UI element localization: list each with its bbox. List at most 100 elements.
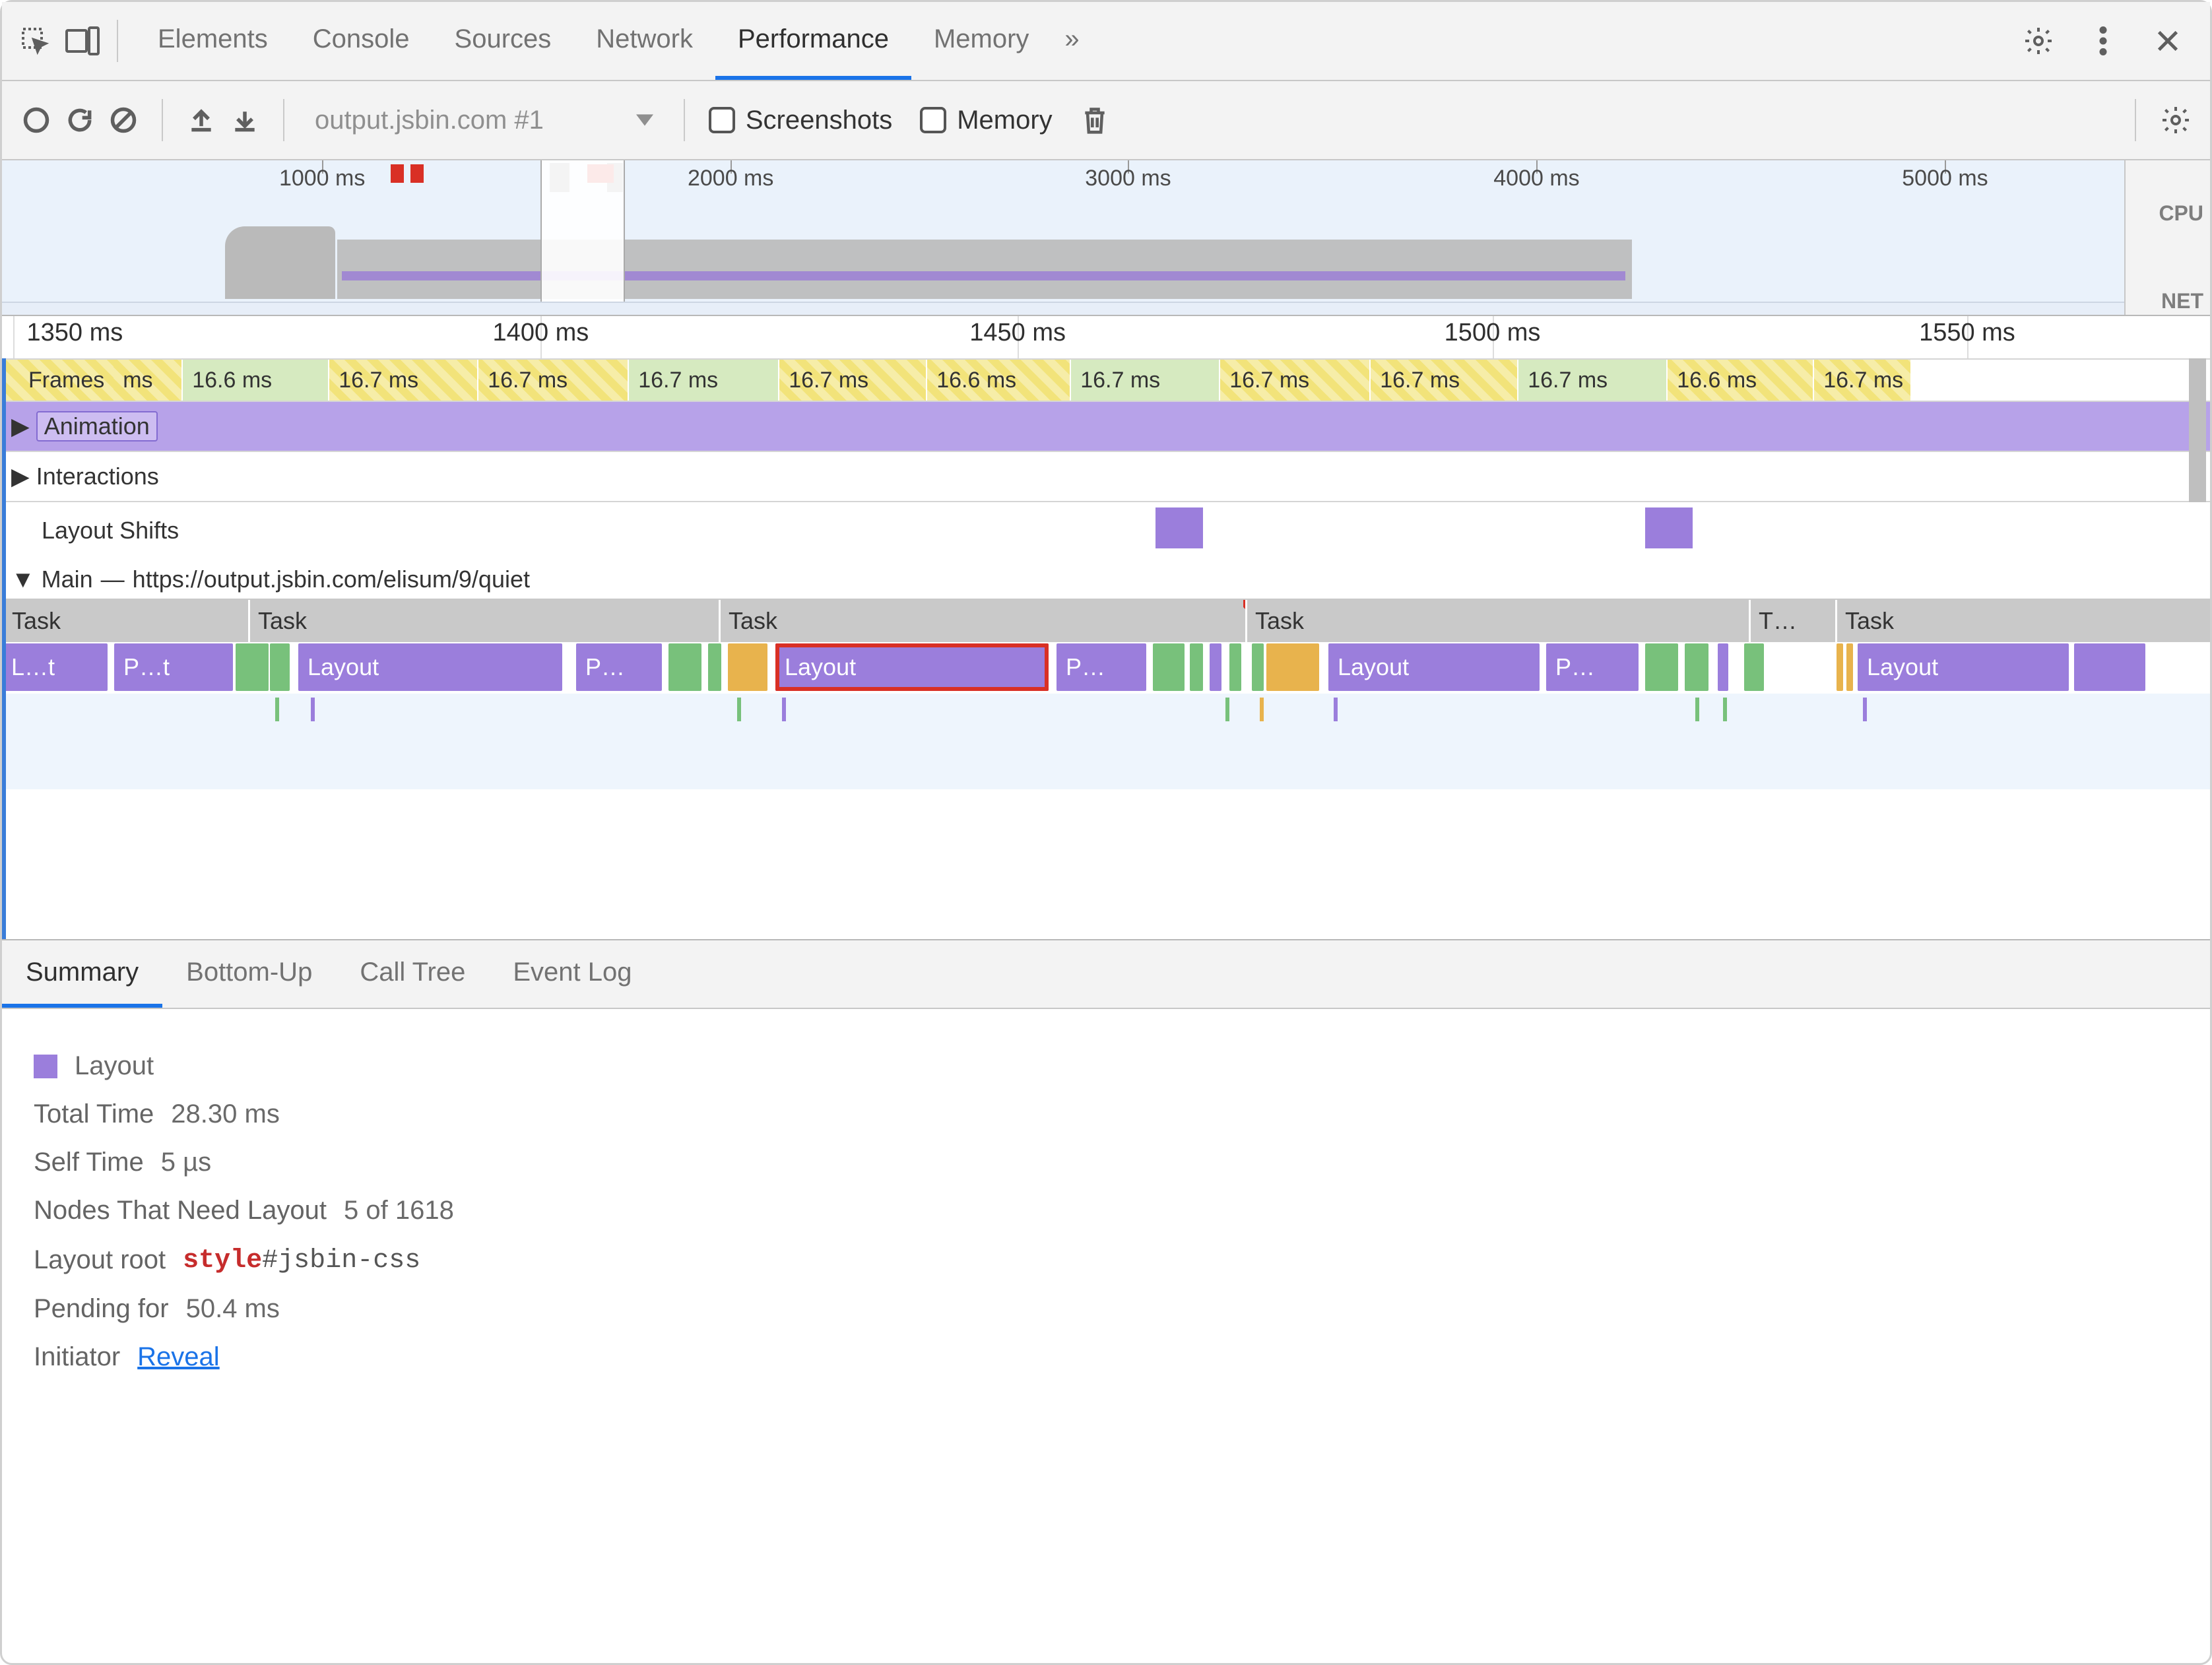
details-tab-summary[interactable]: Summary — [2, 940, 162, 1008]
details-tab-bottomup[interactable]: Bottom-Up — [162, 940, 336, 1008]
tab-network[interactable]: Network — [573, 2, 715, 80]
activity-block[interactable] — [1685, 643, 1708, 691]
activity-block[interactable]: L…t — [2, 643, 108, 691]
close-devtools-icon[interactable] — [2144, 17, 2192, 65]
frame-cell[interactable]: 16.7 ms — [1814, 360, 1912, 401]
activity-block[interactable]: P… — [1057, 643, 1146, 691]
layout-shifts-track[interactable]: Layout Shifts — [2, 502, 2210, 560]
activity-block[interactable]: P…t — [114, 643, 233, 691]
frame-cell[interactable]: 16.7 ms — [629, 360, 779, 401]
toggle-device-icon[interactable] — [59, 17, 106, 65]
activity-block[interactable]: P… — [576, 643, 662, 691]
activity-child-stub[interactable] — [1723, 698, 1727, 721]
activity-block[interactable] — [1846, 643, 1853, 691]
activity-child-stub[interactable] — [1225, 698, 1229, 721]
frame-cell[interactable]: 16.7 ms — [779, 360, 927, 401]
memory-checkbox[interactable]: Memory — [920, 106, 1052, 135]
record-icon[interactable] — [22, 106, 51, 135]
activity-row[interactable]: L…tP…tLayoutP…LayoutP…LayoutP…Layout — [2, 643, 2210, 694]
activity-block[interactable] — [236, 643, 269, 691]
expand-triangle-icon[interactable]: ▶ — [11, 463, 30, 490]
activity-child-stub[interactable] — [1695, 698, 1699, 721]
activity-block[interactable] — [1153, 643, 1185, 691]
frame-cell[interactable]: 16.7 ms — [329, 360, 478, 401]
frame-cell[interactable]: 16.7 ms — [478, 360, 629, 401]
tab-memory[interactable]: Memory — [911, 2, 1051, 80]
activity-child-stub[interactable] — [737, 698, 741, 721]
gear-icon[interactable] — [2015, 17, 2062, 65]
task-block[interactable]: Task — [719, 600, 1243, 642]
tab-sources[interactable]: Sources — [432, 2, 574, 80]
frame-cell[interactable]: 16.7 ms — [1220, 360, 1371, 401]
activity-block[interactable]: Layout — [1858, 643, 2069, 691]
activity-child-stub[interactable] — [782, 698, 786, 721]
activity-block[interactable] — [668, 643, 701, 691]
activity-child-stub[interactable] — [311, 698, 315, 721]
frame-cell[interactable]: ms — [114, 360, 183, 401]
tabs-overflow-button[interactable]: » — [1051, 2, 1092, 80]
activity-block[interactable] — [728, 643, 767, 691]
layout-shift-block[interactable] — [1645, 507, 1693, 548]
tab-console[interactable]: Console — [290, 2, 432, 80]
task-block[interactable]: Task — [2, 600, 246, 642]
activity-block[interactable] — [708, 643, 721, 691]
activity-child-stub[interactable] — [275, 698, 279, 721]
frame-cell[interactable]: 16.7 ms — [1371, 360, 1518, 401]
task-row[interactable]: TaskTaskTaskTaskT…Task — [2, 600, 2210, 643]
tab-performance[interactable]: Performance — [715, 2, 911, 80]
overview-timeline[interactable]: 1000 ms 2000 ms 3000 ms 4000 ms 5000 ms … — [2, 160, 2210, 316]
layout-root-value[interactable]: style#jsbin-css — [183, 1244, 420, 1276]
activity-block[interactable]: Layout — [775, 643, 1049, 691]
activity-block[interactable]: Layout — [1328, 643, 1540, 691]
activity-child-stub[interactable] — [1334, 698, 1338, 721]
activity-child-stub[interactable] — [1863, 698, 1867, 721]
activity-block[interactable] — [1266, 643, 1319, 691]
activity-block[interactable] — [270, 643, 290, 691]
activity-children-row[interactable] — [2, 694, 2210, 789]
inspect-element-icon[interactable] — [11, 17, 59, 65]
screenshots-checkbox[interactable]: Screenshots — [709, 106, 892, 135]
frame-cell[interactable]: 16.6 ms — [183, 360, 329, 401]
expand-triangle-icon[interactable]: ▶ — [11, 412, 30, 440]
trash-icon[interactable] — [1080, 104, 1109, 136]
kebab-menu-icon[interactable] — [2079, 17, 2127, 65]
frame-cell[interactable]: 16.7 ms — [1518, 360, 1668, 401]
frame-cell[interactable]: 16.7 ms — [1071, 360, 1220, 401]
initiator-reveal-link[interactable]: Reveal — [137, 1342, 220, 1372]
animation-track[interactable]: ▶ Animation — [2, 402, 2210, 452]
overview-selection[interactable] — [540, 160, 624, 315]
details-tab-eventlog[interactable]: Event Log — [489, 940, 655, 1008]
activity-child-stub[interactable] — [1260, 698, 1264, 721]
activity-block[interactable] — [1837, 643, 1843, 691]
interactions-track[interactable]: ▶ Interactions — [2, 452, 2210, 502]
clear-icon[interactable] — [109, 106, 138, 135]
download-profile-icon[interactable] — [230, 106, 259, 135]
frames-row[interactable]: Frames ms16.6 ms16.7 ms16.7 ms16.7 ms16.… — [2, 358, 2210, 402]
capture-settings-gear-icon[interactable] — [2160, 104, 2192, 136]
activity-block[interactable]: Layout — [298, 643, 562, 691]
profile-selector[interactable]: output.jsbin.com #1 — [308, 106, 660, 135]
upload-profile-icon[interactable] — [187, 106, 216, 135]
frame-cell[interactable]: 16.6 ms — [1668, 360, 1814, 401]
reload-record-icon[interactable] — [65, 106, 94, 135]
tab-elements[interactable]: Elements — [135, 2, 290, 80]
activity-block[interactable]: P… — [1546, 643, 1639, 691]
activity-block[interactable] — [1718, 643, 1728, 691]
activity-block[interactable] — [1190, 643, 1203, 691]
frame-cell[interactable]: 16.6 ms — [927, 360, 1071, 401]
task-block[interactable]: Task — [1835, 600, 2145, 642]
layout-shift-block[interactable] — [1155, 507, 1203, 548]
flame-chart[interactable]: 1350 ms 1400 ms 1450 ms 1500 ms 1550 ms … — [2, 316, 2210, 940]
activity-block[interactable] — [1210, 643, 1221, 691]
activity-block[interactable] — [1252, 643, 1264, 691]
activity-block[interactable] — [1229, 643, 1241, 691]
activity-block[interactable] — [1744, 643, 1764, 691]
task-block[interactable]: Task — [248, 600, 717, 642]
activity-block[interactable] — [2074, 643, 2145, 691]
details-tab-calltree[interactable]: Call Tree — [336, 940, 489, 1008]
main-track-header[interactable]: ▼ Main — https://output.jsbin.com/elisum… — [2, 560, 2210, 600]
collapse-triangle-icon[interactable]: ▼ — [11, 566, 35, 593]
task-block[interactable]: Task — [1245, 600, 1747, 642]
task-block[interactable]: T… — [1749, 600, 1833, 642]
activity-block[interactable] — [1645, 643, 1678, 691]
